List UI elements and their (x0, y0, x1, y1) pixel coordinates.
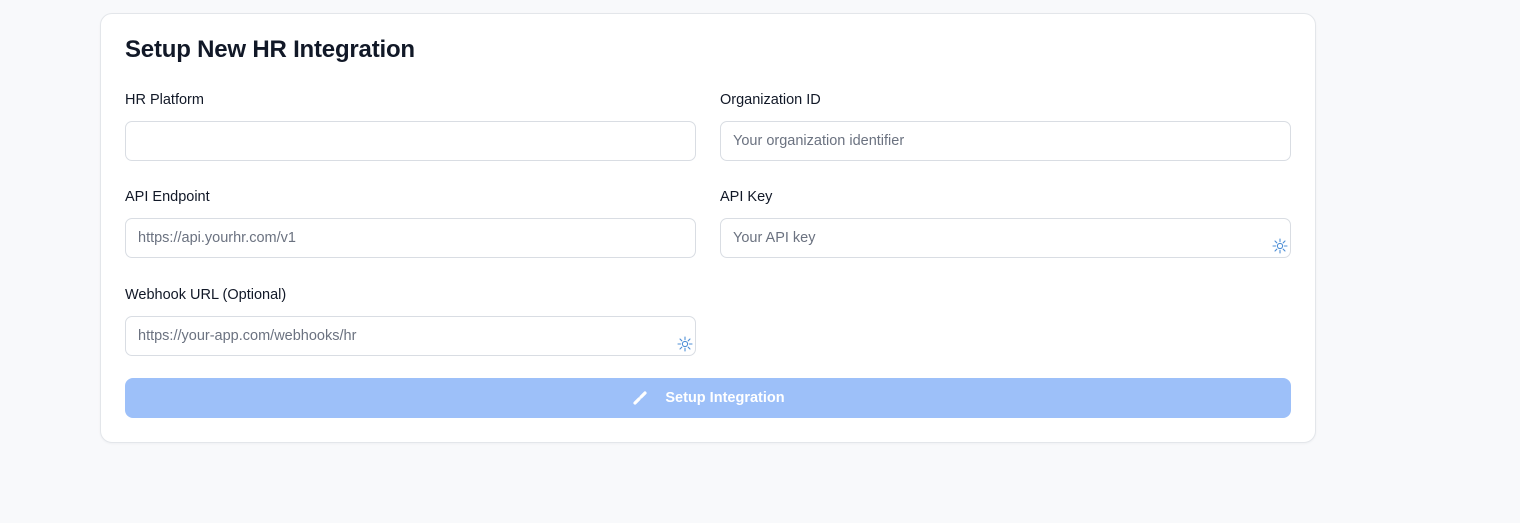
api-endpoint-input-wrap (125, 218, 696, 258)
api-key-input[interactable] (720, 218, 1291, 258)
hr-integration-card: Setup New HR Integration HR Platform Org… (100, 13, 1316, 443)
setup-integration-label: Setup Integration (665, 390, 785, 406)
hr-platform-label: HR Platform (125, 92, 204, 108)
hr-platform-input[interactable] (125, 121, 696, 161)
organization-id-input[interactable] (720, 121, 1291, 161)
webhook-url-input-wrap (125, 316, 696, 356)
organization-id-field: Organization ID (720, 90, 1291, 161)
api-key-input-wrap (720, 218, 1291, 258)
api-endpoint-field: API Endpoint (125, 187, 696, 258)
api-endpoint-label: API Endpoint (125, 189, 210, 205)
webhook-url-field: Webhook URL (Optional) (125, 285, 696, 356)
password-manager-icon[interactable] (677, 336, 693, 352)
api-endpoint-input[interactable] (125, 218, 696, 258)
webhook-url-label: Webhook URL (Optional) (125, 287, 287, 303)
password-manager-icon[interactable] (1272, 238, 1288, 254)
hr-platform-field: HR Platform (125, 90, 696, 161)
setup-integration-button[interactable]: Setup Integration (125, 378, 1291, 418)
link-icon (633, 391, 647, 405)
webhook-url-input[interactable] (125, 316, 696, 356)
card-title: Setup New HR Integration (125, 36, 415, 63)
organization-id-label: Organization ID (720, 92, 821, 108)
api-key-label: API Key (720, 189, 773, 205)
hr-platform-input-wrap (125, 121, 696, 161)
organization-id-input-wrap (720, 121, 1291, 161)
api-key-field: API Key (720, 187, 1291, 258)
